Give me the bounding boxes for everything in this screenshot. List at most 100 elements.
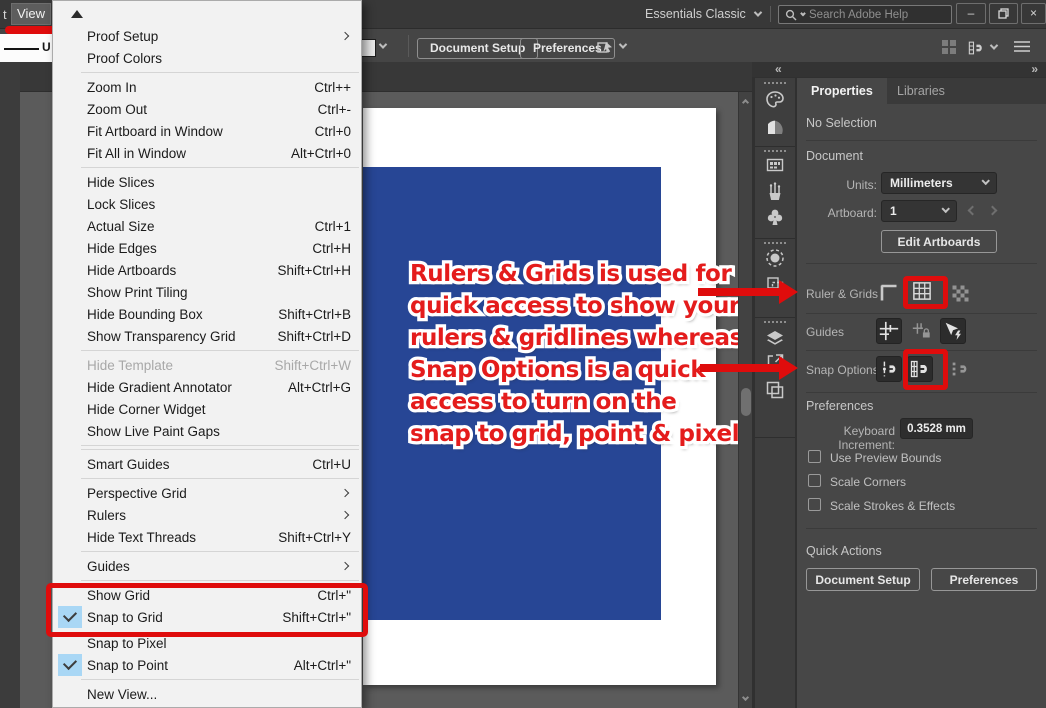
keyboard-increment-label: Keyboard Increment: — [797, 424, 895, 452]
snap-tool-chevron-icon[interactable] — [619, 40, 627, 48]
menu-item-zoom-in[interactable]: Zoom InCtrl++ — [53, 76, 361, 98]
menubar-partial-item: t — [3, 7, 7, 22]
color-panel-icon[interactable] — [764, 89, 786, 111]
appearance-panel-icon[interactable] — [764, 247, 786, 269]
menu-item-show-live-paint-gaps[interactable]: Show Live Paint Gaps — [53, 420, 361, 442]
scroll-up-icon[interactable] — [742, 99, 749, 106]
view-menu-button[interactable]: View — [11, 3, 51, 25]
menu-item-actual-size[interactable]: Actual SizeCtrl+1 — [53, 215, 361, 237]
snap-options-chevron-icon[interactable] — [990, 41, 998, 49]
chevron-down-icon — [941, 205, 949, 213]
menu-item-new-view[interactable]: New View... — [53, 683, 361, 705]
lock-guides-icon[interactable] — [909, 318, 935, 344]
tab-properties[interactable]: Properties — [797, 78, 887, 104]
vertical-scrollbar[interactable] — [738, 92, 752, 708]
next-artboard-icon[interactable] — [988, 206, 998, 216]
menu-item-fit-artboard-in-window[interactable]: Fit Artboard in WindowCtrl+0 — [53, 120, 361, 142]
menu-list-icon[interactable] — [1014, 40, 1030, 53]
scrollbar-thumb[interactable] — [741, 388, 751, 416]
quick-action-document-setup-button[interactable]: Document Setup — [806, 568, 920, 591]
controlbar-divider — [408, 35, 409, 57]
dock-grip[interactable] — [764, 321, 786, 323]
expand-panel-icon[interactable]: » — [1031, 62, 1038, 76]
menu-item-proof-setup[interactable]: Proof Setup — [53, 25, 361, 47]
artboards-panel-icon[interactable] — [764, 379, 786, 401]
artboard-value: 1 — [890, 204, 897, 218]
menu-item-show-print-tiling[interactable]: Show Print Tiling — [53, 281, 361, 303]
dock-grip[interactable] — [764, 82, 786, 84]
menu-item-smart-guides[interactable]: Smart GuidesCtrl+U — [53, 453, 361, 475]
submenu-chevron-icon — [341, 511, 349, 519]
symbols-panel-icon[interactable] — [764, 206, 786, 228]
artboard-dropdown[interactable]: 1 — [881, 200, 957, 222]
menu-item-hide-corner-widget[interactable]: Hide Corner Widget — [53, 398, 361, 420]
panel-icon-dock — [755, 78, 795, 708]
scale-strokes-effects-checkbox[interactable] — [808, 498, 821, 511]
annotation-text: Rulers & Grids is used for quick access … — [410, 258, 761, 450]
snap-to-pixel-icon[interactable] — [947, 356, 973, 382]
layers-panel-icon[interactable] — [764, 327, 786, 349]
menu-item-hide-bounding-box[interactable]: Hide Bounding BoxShift+Ctrl+B — [53, 303, 361, 325]
menu-item-fit-all-in-window[interactable]: Fit All in WindowAlt+Ctrl+0 — [53, 142, 361, 164]
annotation-arrow-snap-options — [700, 364, 780, 372]
menu-item-hide-text-threads[interactable]: Hide Text ThreadsShift+Ctrl+Y — [53, 526, 361, 548]
menu-separator — [81, 679, 359, 680]
swatches-panel-icon[interactable] — [764, 154, 786, 176]
dock-separator — [755, 317, 795, 318]
snap-options-toolbar-icon[interactable] — [966, 38, 986, 58]
show-rulers-icon[interactable] — [876, 280, 902, 306]
stroke-profile-preview[interactable]: U — [0, 34, 52, 63]
dock-grip[interactable] — [764, 242, 786, 244]
scroll-down-icon[interactable] — [742, 694, 749, 701]
menu-item-zoom-out[interactable]: Zoom OutCtrl+- — [53, 98, 361, 120]
menu-item-hide-slices[interactable]: Hide Slices — [53, 171, 361, 193]
grid-view-icon[interactable] — [941, 39, 957, 55]
units-value: Millimeters — [890, 176, 953, 190]
menu-item-hide-template: Hide TemplateShift+Ctrl+W — [53, 354, 361, 376]
show-transparency-grid-icon[interactable] — [947, 280, 973, 306]
units-dropdown[interactable]: Millimeters — [881, 172, 997, 194]
menu-item-lock-slices[interactable]: Lock Slices — [53, 193, 361, 215]
preferences-section-title: Preferences — [806, 399, 873, 413]
menu-item-rulers[interactable]: Rulers — [53, 504, 361, 526]
menu-item-hide-edges[interactable]: Hide EdgesCtrl+H — [53, 237, 361, 259]
chevron-down-icon — [981, 177, 989, 185]
illustrator-window: t View Essentials Classic Search Adobe H… — [0, 0, 1046, 708]
menu-item-hide-gradient-annotator[interactable]: Hide Gradient AnnotatorAlt+Ctrl+G — [53, 376, 361, 398]
snap-to-point-icon[interactable] — [876, 356, 902, 382]
dock-grip[interactable] — [764, 150, 786, 152]
tab-libraries[interactable]: Libraries — [883, 78, 959, 104]
menu-scroll-up[interactable] — [53, 1, 361, 25]
use-preview-bounds-checkbox[interactable] — [808, 450, 821, 463]
snap-tool-icon[interactable] — [594, 37, 616, 59]
scale-corners-checkbox[interactable] — [808, 474, 821, 487]
collapse-dock-icon[interactable]: « — [775, 62, 782, 76]
menu-item-show-transparency-grid[interactable]: Show Transparency GridShift+Ctrl+D — [53, 325, 361, 347]
show-guides-icon[interactable] — [876, 318, 902, 344]
menu-item-guides[interactable]: Guides — [53, 555, 361, 577]
menu-item-perspective-grid[interactable]: Perspective Grid — [53, 482, 361, 504]
brushes-panel-icon[interactable] — [764, 181, 786, 203]
keyboard-increment-input[interactable]: 0.3528 mm — [900, 418, 973, 439]
workspace-label: Essentials Classic — [645, 7, 746, 21]
previous-artboard-icon[interactable] — [968, 206, 978, 216]
highlight-box-grid-menu-items — [46, 583, 368, 637]
help-search-input[interactable]: Search Adobe Help — [778, 5, 952, 24]
annotation-arrow-ruler-grids — [698, 288, 780, 296]
gradient-panel-icon[interactable] — [764, 116, 786, 138]
quick-action-preferences-button[interactable]: Preferences — [931, 568, 1037, 591]
close-button[interactable]: × — [1021, 3, 1046, 24]
scale-strokes-effects-label: Scale Strokes & Effects — [830, 499, 955, 513]
smart-guides-icon[interactable] — [940, 318, 966, 344]
minimize-button[interactable]: – — [956, 3, 986, 24]
workspace-switcher[interactable]: Essentials Classic — [645, 5, 761, 23]
menu-item-hide-artboards[interactable]: Hide ArtboardsShift+Ctrl+H — [53, 259, 361, 281]
stroke-profile-label: U — [42, 40, 51, 54]
restore-button[interactable] — [989, 3, 1018, 24]
search-placeholder: Search Adobe Help — [809, 9, 908, 21]
edit-artboards-button[interactable]: Edit Artboards — [881, 230, 997, 253]
menu-item-snap-to-point[interactable]: Snap to PointAlt+Ctrl+" — [53, 654, 361, 676]
swatch-chevron-icon[interactable] — [379, 40, 387, 48]
dock-separator — [755, 146, 795, 147]
menu-item-proof-colors[interactable]: Proof Colors — [53, 47, 361, 69]
